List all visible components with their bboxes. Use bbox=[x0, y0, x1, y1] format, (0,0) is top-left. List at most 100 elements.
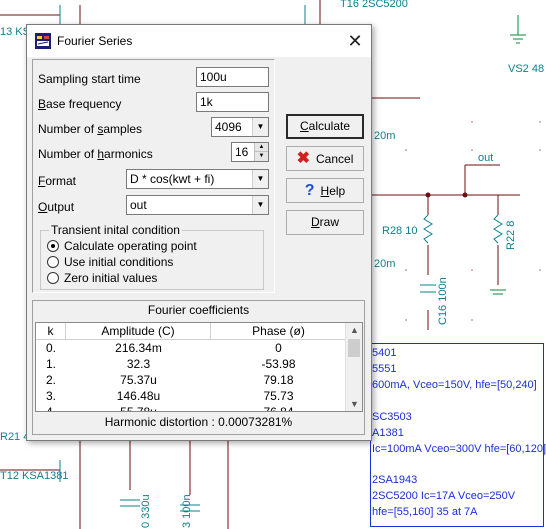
output-label: Output bbox=[38, 200, 74, 214]
spec-line: A1381 bbox=[372, 427, 404, 439]
cell-k: 4. bbox=[46, 405, 57, 412]
cancel-button[interactable]: ✖ Cancel bbox=[286, 146, 364, 171]
spin-up-icon[interactable]: ▲ bbox=[254, 143, 268, 152]
resistor-label-r22: R22 8 bbox=[505, 220, 517, 250]
capacitor-label-bottom1: 0 330u bbox=[140, 494, 152, 528]
spin-down-icon[interactable]: ▼ bbox=[254, 152, 268, 161]
radio-label: Zero initial values bbox=[64, 271, 158, 285]
radio-button[interactable] bbox=[47, 256, 59, 268]
format-select[interactable]: D * cos(kwt + fi) ▼ bbox=[126, 169, 269, 189]
distortion-value: 0.00073281% bbox=[218, 415, 293, 429]
column-header-amplitude: Amplitude (C) bbox=[66, 323, 211, 339]
spec-line: 600mA, Vceo=150V, hfe=[50,240] bbox=[372, 379, 537, 391]
cell-amplitude: 32.3 bbox=[126, 357, 151, 371]
num-harmonics-spinner[interactable]: 16 ▲ ▼ bbox=[231, 142, 269, 162]
output-mnemonic: O bbox=[38, 200, 48, 214]
radio-button[interactable] bbox=[47, 272, 59, 284]
spec-line: hfe=[55,160] 35 at 7A bbox=[372, 506, 478, 518]
cell-phase: 79.18 bbox=[263, 373, 294, 387]
transistor-label-t12: T12 KSA1381 bbox=[0, 470, 69, 482]
table-row[interactable]: 1. 32.3 -53.98 bbox=[36, 356, 346, 372]
help-question-icon: ? bbox=[304, 182, 315, 199]
spec-line: 2SC5200 Ic=17A Vceo=250V bbox=[372, 490, 516, 502]
num-samples-label-pre: Number of bbox=[38, 122, 98, 136]
cell-k: 3. bbox=[46, 389, 57, 403]
radio-button-selected[interactable] bbox=[47, 240, 59, 252]
radio-zero-initial-values[interactable]: Zero initial values bbox=[47, 271, 157, 287]
output-select[interactable]: out ▼ bbox=[126, 195, 269, 215]
sampling-start-label: Sampling start time bbox=[38, 72, 141, 86]
draw-button[interactable]: Draw bbox=[286, 210, 364, 235]
column-header-phase: Phase (ø) bbox=[252, 324, 305, 338]
coefficients-table[interactable]: k Amplitude (C) Phase (ø) 0. 216.34m 0 1… bbox=[35, 322, 363, 412]
vertical-scrollbar[interactable]: ▲ ▼ bbox=[345, 323, 362, 411]
sampling-start-input[interactable]: 100u bbox=[196, 67, 269, 87]
table-row[interactable]: 0. 216.34m 0 bbox=[36, 340, 346, 356]
coefficients-title: Fourier coefficients bbox=[147, 303, 250, 317]
output-value: out bbox=[130, 198, 147, 212]
chevron-down-icon[interactable]: ▼ bbox=[252, 170, 268, 188]
help-button[interactable]: ? Help bbox=[286, 178, 364, 203]
cell-phase: -53.98 bbox=[261, 357, 296, 371]
num-harmonics-label: Number of harmonics bbox=[38, 147, 153, 161]
resistor-label-r21: R21 4 bbox=[0, 431, 30, 443]
table-row[interactable]: 3. 146.48u 75.73 bbox=[36, 388, 346, 404]
format-label-text: ormat bbox=[45, 174, 77, 188]
num-samples-label: Number of samples bbox=[38, 122, 142, 136]
cancel-label: Cancel bbox=[316, 152, 354, 166]
component-spec-box: 5401 5551 600mA, Vceo=150V, hfe=[50,240]… bbox=[370, 343, 546, 527]
distortion-label: Harmonic distortion : bbox=[104, 415, 215, 429]
num-harmonics-label-pre: Number of bbox=[38, 147, 98, 161]
app-icon bbox=[35, 33, 51, 49]
transient-condition-group: Transient inital condition Calculate ope… bbox=[40, 223, 264, 290]
radio-calculate-operating-point[interactable]: Calculate operating point bbox=[47, 239, 197, 255]
cell-amplitude: 216.34m bbox=[115, 341, 162, 355]
cell-phase: 0 bbox=[275, 341, 282, 355]
radio-label: Calculate operating point bbox=[64, 239, 197, 253]
base-frequency-label: Base frequency bbox=[38, 97, 121, 111]
base-frequency-input[interactable]: 1k bbox=[196, 92, 269, 112]
spec-line: Ic=100mA Vceo=300V hfe=[60,120] bbox=[372, 443, 546, 455]
calculate-label: alculate bbox=[308, 119, 351, 133]
format-label: Format bbox=[38, 174, 76, 188]
draw-label: raw bbox=[319, 215, 339, 229]
num-harmonics-label-post: armonics bbox=[104, 147, 153, 161]
fourier-coefficients-panel: Fourier coefficients k Amplitude (C) Pha… bbox=[32, 300, 365, 435]
cell-k: 2. bbox=[46, 373, 57, 387]
base-frequency-mnemonic: B bbox=[38, 97, 47, 111]
chevron-down-icon[interactable]: ▼ bbox=[252, 196, 268, 214]
calculate-button[interactable]: Calculate bbox=[286, 114, 364, 139]
radio-use-initial-conditions[interactable]: Use initial conditions bbox=[47, 255, 173, 271]
table-row[interactable]: 2. 75.37u 79.18 bbox=[36, 372, 346, 388]
cell-amplitude: 75.37u bbox=[120, 373, 157, 387]
scroll-down-icon[interactable]: ▼ bbox=[346, 397, 362, 411]
close-icon[interactable]: ✕ bbox=[345, 31, 365, 51]
column-header-k: k bbox=[36, 323, 66, 339]
spec-line: 2SA1943 bbox=[372, 474, 418, 486]
table-row[interactable]: 4. 55.78u 76.84 bbox=[36, 404, 346, 412]
cell-k: 0. bbox=[46, 341, 57, 355]
spec-line: SC3503 bbox=[372, 411, 412, 423]
help-label: elp bbox=[329, 184, 346, 198]
value-label-20m-b: 20m bbox=[374, 258, 396, 270]
fourier-series-dialog: Fourier Series ✕ Sampling start time 100… bbox=[26, 24, 372, 441]
chevron-down-icon[interactable]: ▼ bbox=[252, 118, 268, 136]
title-bar[interactable]: Fourier Series ✕ bbox=[27, 25, 371, 57]
transistor-label-t16: T16 2SC5200 bbox=[340, 0, 408, 10]
num-samples-select[interactable]: 4096 ▼ bbox=[211, 117, 269, 137]
cell-amplitude: 146.48u bbox=[116, 389, 161, 403]
scrollbar-thumb[interactable] bbox=[348, 339, 360, 357]
dialog-title: Fourier Series bbox=[57, 34, 133, 48]
harmonic-distortion-readout: Harmonic distortion : 0.00073281% bbox=[33, 415, 364, 429]
output-label-text: utput bbox=[47, 200, 75, 214]
format-value: D * cos(kwt + fi) bbox=[130, 172, 215, 186]
spec-line: 5401 bbox=[372, 347, 397, 359]
draw-mnemonic: D bbox=[310, 215, 320, 229]
base-frequency-label-text: ase frequency bbox=[46, 97, 122, 111]
source-label-vs2: VS2 48 bbox=[508, 63, 545, 75]
capacitor-label-bottom2: 3 100n bbox=[181, 494, 193, 528]
cell-k: 1. bbox=[46, 357, 57, 371]
scroll-up-icon[interactable]: ▲ bbox=[346, 323, 362, 337]
cell-phase: 76.84 bbox=[263, 405, 294, 412]
help-mnemonic: H bbox=[320, 184, 330, 198]
